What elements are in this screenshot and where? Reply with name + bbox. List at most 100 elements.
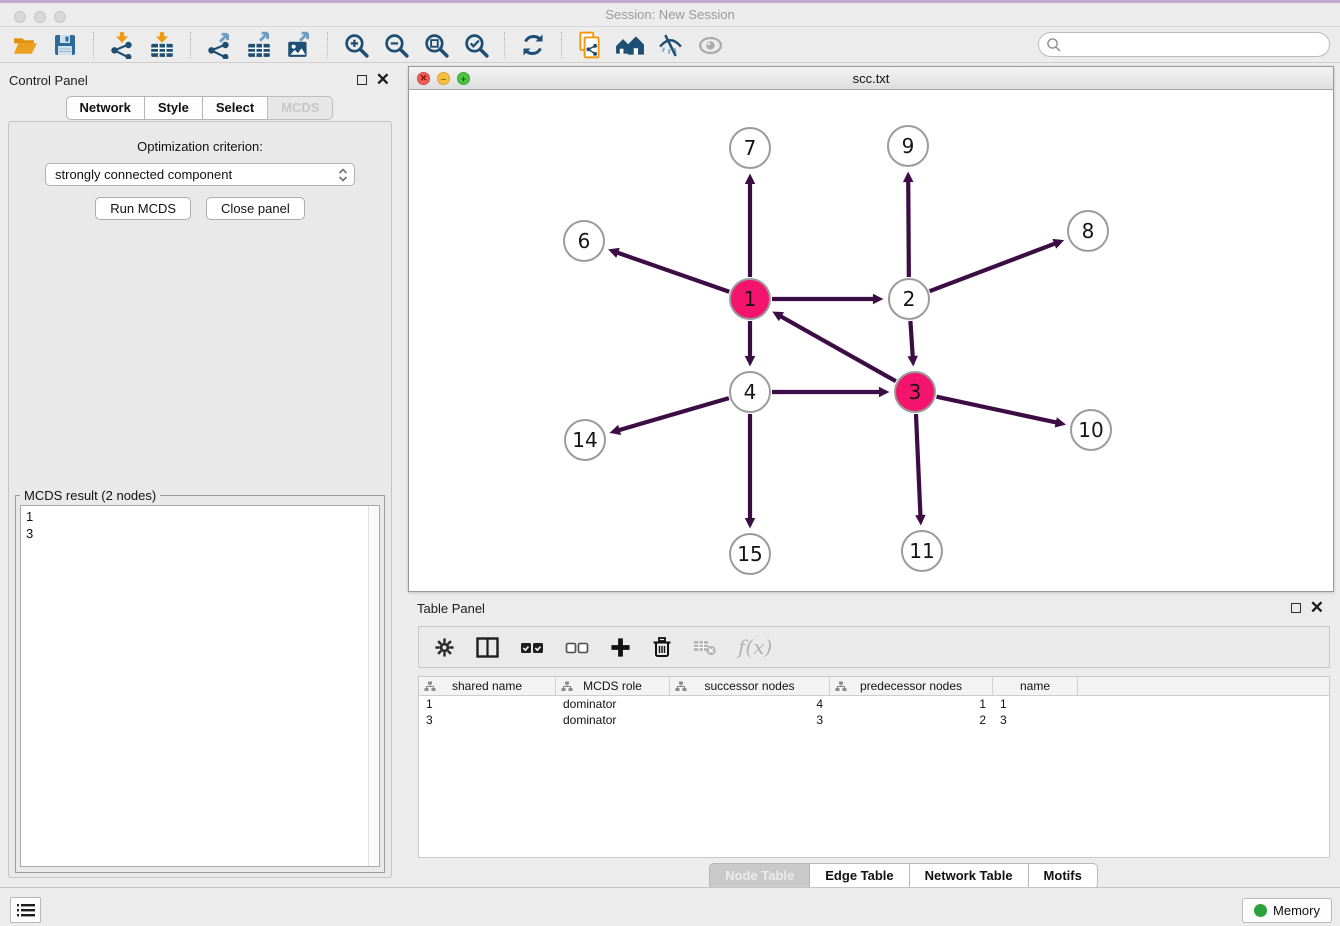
graph-node-15[interactable]: 15 <box>729 533 771 575</box>
minimize-window-button[interactable] <box>34 11 46 23</box>
table-settings-button[interactable] <box>434 632 455 662</box>
hide-panels-button[interactable] <box>653 29 687 61</box>
import-network-button[interactable] <box>105 29 139 61</box>
graph-node-9[interactable]: 9 <box>887 125 929 167</box>
graph-edge-3-10[interactable] <box>937 397 1057 423</box>
network-canvas[interactable]: 7 9 6 8 1 2 4 3 14 10 15 11 <box>409 90 1333 591</box>
mcds-result-groupbox: MCDS result (2 nodes) 1 3 <box>15 495 385 873</box>
save-session-button[interactable] <box>48 29 82 61</box>
hierarchy-icon <box>835 681 847 692</box>
open-session-button[interactable] <box>8 29 42 61</box>
application-window: Session: New Session <box>0 0 1340 926</box>
delete-table-button[interactable] <box>693 632 717 662</box>
graph-edge-3-1[interactable] <box>780 316 895 381</box>
network-view-title: scc.txt <box>853 71 890 86</box>
close-panel-button[interactable]: Close panel <box>206 197 305 220</box>
export-network-button[interactable] <box>202 29 236 61</box>
optimization-criterion-label: Optimization criterion: <box>9 139 391 154</box>
home-icon <box>615 31 645 59</box>
function-builder-button[interactable]: f(x) <box>738 632 772 662</box>
run-mcds-button[interactable]: Run MCDS <box>95 197 191 220</box>
show-columns-button[interactable] <box>476 632 499 662</box>
mcds-result-title: MCDS result (2 nodes) <box>20 488 160 503</box>
cell-successor-nodes: 3 <box>670 712 830 728</box>
mcds-result-textarea[interactable]: 1 3 <box>20 505 380 867</box>
zoom-out-button[interactable] <box>379 29 413 61</box>
refresh-button[interactable] <box>516 29 550 61</box>
result-scrollbar[interactable] <box>368 506 379 866</box>
graph-edge-4-14[interactable] <box>619 398 729 430</box>
graph-node-6[interactable]: 6 <box>563 220 605 262</box>
column-header-predecessor-nodes[interactable]: predecessor nodes <box>830 677 993 695</box>
graph-node-2[interactable]: 2 <box>888 278 930 320</box>
maximize-view-button[interactable]: + <box>457 72 470 85</box>
graph-node-14[interactable]: 14 <box>564 419 606 461</box>
optimization-criterion-select[interactable]: strongly connected component <box>45 163 355 186</box>
network-window-titlebar[interactable]: ✕ – + scc.txt <box>409 67 1333 90</box>
zoom-fit-button[interactable] <box>419 29 453 61</box>
zoom-selected-button[interactable] <box>459 29 493 61</box>
float-table-panel-icon[interactable] <box>1291 603 1301 613</box>
graph-node-8[interactable]: 8 <box>1067 210 1109 252</box>
graph-node-10[interactable]: 10 <box>1070 409 1112 451</box>
table-header-row: shared name MCDS role successor nodes pr… <box>419 677 1329 696</box>
show-panels-button[interactable] <box>693 29 727 61</box>
graph-node-11[interactable]: 11 <box>901 530 943 572</box>
optimization-criterion-value: strongly connected component <box>55 167 338 182</box>
hierarchy-icon <box>424 681 436 692</box>
table-tabs: Node Table Edge Table Network Table Moti… <box>0 863 1340 889</box>
tab-node-table[interactable]: Node Table <box>709 863 810 889</box>
tab-style[interactable]: Style <box>144 96 203 120</box>
tab-select[interactable]: Select <box>202 96 268 120</box>
table-row[interactable]: 3 dominator 3 2 3 <box>419 712 1329 728</box>
graph-edge-2-9[interactable] <box>908 181 909 277</box>
export-table-button[interactable] <box>242 29 276 61</box>
column-header-mcds-role[interactable]: MCDS role <box>556 677 670 695</box>
table-panel-title: Table Panel <box>408 601 485 616</box>
memory-button[interactable]: Memory <box>1242 898 1332 923</box>
select-all-button[interactable] <box>520 632 544 662</box>
tab-network-table[interactable]: Network Table <box>909 863 1029 889</box>
home-button[interactable] <box>613 29 647 61</box>
column-header-shared-name[interactable]: shared name <box>419 677 556 695</box>
table-row[interactable]: 1 dominator 4 1 1 <box>419 696 1329 712</box>
toolbar-separator <box>504 32 505 58</box>
column-header-successor-nodes[interactable]: successor nodes <box>670 677 830 695</box>
graph-node-7[interactable]: 7 <box>729 127 771 169</box>
duplicate-network-view-button[interactable] <box>573 29 607 61</box>
maximize-window-button[interactable] <box>54 11 66 23</box>
minimize-view-button[interactable]: – <box>437 72 450 85</box>
graph-node-4[interactable]: 4 <box>729 371 771 413</box>
delete-column-button[interactable] <box>652 632 672 662</box>
task-history-button[interactable] <box>10 897 41 923</box>
close-panel-icon[interactable]: ✕ <box>376 75 390 85</box>
graph-edge-2-3[interactable] <box>910 321 912 357</box>
zoom-in-button[interactable] <box>339 29 373 61</box>
graph-node-1[interactable]: 1 <box>729 278 771 320</box>
export-image-button[interactable] <box>282 29 316 61</box>
graph-edge-3-11[interactable] <box>916 414 920 516</box>
tab-network[interactable]: Network <box>66 96 145 120</box>
import-table-button[interactable] <box>145 29 179 61</box>
tab-edge-table[interactable]: Edge Table <box>809 863 909 889</box>
import-table-icon <box>148 31 176 59</box>
close-view-button[interactable]: ✕ <box>417 72 430 85</box>
close-table-panel-icon[interactable]: ✕ <box>1310 603 1324 613</box>
deselect-all-button[interactable] <box>565 632 589 662</box>
graph-svg[interactable] <box>409 90 1333 591</box>
duplicate-network-icon <box>576 31 604 59</box>
cell-successor-nodes: 4 <box>670 696 830 712</box>
column-header-name[interactable]: name <box>993 677 1078 695</box>
float-panel-icon[interactable] <box>357 75 367 85</box>
graph-edge-2-8[interactable] <box>930 243 1056 291</box>
graph-edge-1-6[interactable] <box>617 253 729 292</box>
add-column-button[interactable] <box>610 632 631 662</box>
toolbar-separator <box>561 32 562 58</box>
search-field[interactable] <box>1038 32 1330 57</box>
search-input[interactable] <box>1062 35 1329 55</box>
graph-node-3[interactable]: 3 <box>894 371 936 413</box>
tab-mcds[interactable]: MCDS <box>267 96 333 120</box>
tab-motifs[interactable]: Motifs <box>1028 863 1098 889</box>
memory-status-icon <box>1254 904 1267 917</box>
close-window-button[interactable] <box>14 11 26 23</box>
